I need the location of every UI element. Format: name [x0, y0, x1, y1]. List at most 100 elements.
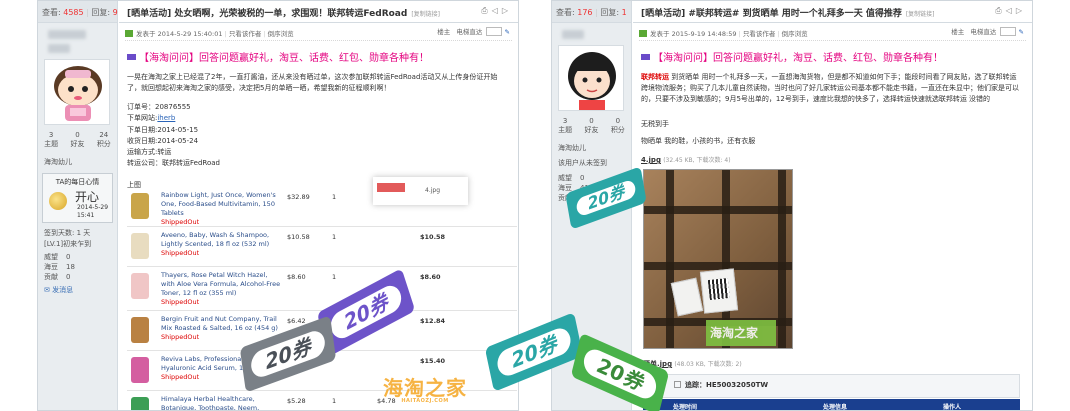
print-icon[interactable]: ⎙: [481, 6, 491, 15]
title-toolbar: ⎙◁▷: [995, 6, 1026, 16]
product-qty: 1: [332, 233, 337, 241]
product-total: $8.60: [420, 273, 441, 281]
post-line-items: 物晒单 我的鞋，小孩的书，还有衣服: [641, 137, 756, 145]
product-price: $32.89: [287, 193, 310, 201]
stat-threads[interactable]: 3 主题: [558, 117, 572, 135]
post-date: 发表于 2014-5-29 15:40:01: [136, 30, 223, 38]
product-thumb[interactable]: [131, 273, 149, 299]
package-photo[interactable]: 海淘之家: [643, 169, 793, 349]
cartoon-girl-avatar-icon: [559, 46, 623, 110]
product-thumb[interactable]: [131, 397, 149, 410]
photo-watermark: 海淘之家: [706, 320, 776, 346]
stat-friends[interactable]: 0 好友: [584, 117, 598, 135]
author-name-blurred[interactable]: [48, 30, 86, 39]
product-thumb[interactable]: [131, 357, 149, 383]
popup-label: 4.jpg: [425, 187, 441, 194]
author-only-link[interactable]: 只看该作者: [743, 30, 776, 38]
views-count: 4585: [63, 8, 84, 17]
stat-points[interactable]: 24 积分: [97, 131, 111, 149]
view-reply-counts: 查看: 4585 | 回复: 9: [38, 1, 118, 23]
floor-input[interactable]: [486, 27, 503, 36]
product-name[interactable]: Rainbow Light, Just Once, Women's One, F…: [161, 191, 281, 227]
col-time: 处理时间: [673, 404, 698, 411]
popup-thumb: [377, 183, 405, 192]
stat-threads[interactable]: 3 主题: [44, 131, 58, 149]
order-date: 下单日期:2014-05-15: [127, 125, 199, 134]
daily-mood-box: TA的每日心情 开心 2014-5-29 15:41: [42, 173, 113, 223]
cartoon-avatar-icon: [45, 60, 109, 124]
author-stats: 3 主题 0 好友 24 积分: [38, 131, 117, 149]
product-name[interactable]: Aveeno, Baby, Wash & Shampoo, Lightly Sc…: [161, 231, 281, 258]
signin-level[interactable]: [LV.1]初来乍到: [38, 239, 117, 250]
avatar[interactable]: [44, 59, 110, 125]
author-stats: 3 主题 0 好友 0 积分: [552, 117, 631, 135]
promo-headline[interactable]: 【海淘问问】回答问题赢好礼，淘豆、话费、红包、勋章各种有！: [641, 49, 1032, 64]
attachment-caption: 4.jpg (32.45 KB, 下载次数: 4): [641, 155, 1032, 164]
views-count: 176: [577, 8, 593, 17]
next-thread-icon[interactable]: ▷: [1016, 6, 1026, 15]
site-watermark: 海淘之家 HAITAOZJ.COM: [383, 376, 467, 404]
author-role[interactable]: 海淘幼儿: [38, 157, 117, 168]
copy-link[interactable]: [复制链接]: [906, 11, 935, 18]
title-toolbar: ⎙◁▷: [481, 6, 512, 16]
author-sidebar: 查看: 4585 | 回复: 9 3 主题 0 好友 24 积分 海淘幼儿 TA…: [38, 1, 118, 410]
signin-status: 该用户从未签到: [558, 159, 607, 167]
post-meta: 发表于 2014-5-29 15:40:01 | 只看该作者 | 倒序浏览 楼主…: [125, 23, 512, 41]
screenshot-composite: 查看: 4585 | 回复: 9 3 主题 0 好友 24 积分 海淘幼儿 TA…: [0, 0, 1070, 411]
views-label: 查看:: [42, 8, 61, 17]
product-thumb[interactable]: [131, 317, 149, 343]
jump-icon[interactable]: ✎: [1019, 28, 1024, 36]
print-icon[interactable]: ⎙: [995, 6, 1005, 15]
product-price: $8.60: [287, 273, 306, 281]
author-name-blurred[interactable]: [562, 30, 584, 39]
forwarder: 转运公司：联邦转运FedRoad: [127, 159, 220, 168]
jump-icon[interactable]: ✎: [505, 28, 510, 36]
copy-link[interactable]: [复制链接]: [411, 11, 440, 18]
promo-icon: [127, 54, 136, 60]
col-operator: 操作人: [943, 404, 962, 411]
barcode-label: [699, 268, 739, 314]
floor-label: 楼主: [951, 28, 965, 36]
checkbox-icon[interactable]: [674, 381, 681, 388]
reverse-order-link[interactable]: 倒序浏览: [782, 30, 808, 38]
author-only-link[interactable]: 只看该作者: [229, 30, 262, 38]
replies-label: 回复:: [600, 8, 620, 17]
avatar[interactable]: [558, 45, 624, 111]
receive-date: 收货日期:2014-05-24: [127, 136, 199, 145]
order-site-link[interactable]: iherb: [157, 114, 175, 122]
attachment-name[interactable]: 4.jpg: [641, 156, 661, 164]
image-hover-popup[interactable]: 4.jpg: [373, 177, 468, 205]
prev-thread-icon[interactable]: ◁: [1006, 6, 1016, 15]
floor-nav: 楼主 电梯直达 ✎: [951, 26, 1024, 36]
product-total: $10.58: [420, 233, 446, 241]
product-thumb[interactable]: [131, 193, 149, 219]
direct-jump-label: 电梯直达: [456, 28, 483, 36]
order-number: 订单号：20876555: [127, 103, 191, 111]
replies-label: 回复:: [91, 8, 111, 17]
product-name[interactable]: Thayers, Rose Petal Witch Hazel, with Al…: [161, 271, 281, 307]
product-total: $12.84: [420, 317, 446, 325]
forwarder-tag[interactable]: 联邦转运: [641, 73, 669, 81]
table-row: Thayers, Rose Petal Witch Hazel, with Al…: [127, 267, 517, 311]
floor-input[interactable]: [1000, 27, 1017, 36]
author-kv-beans: 海豆 18: [44, 263, 75, 271]
send-message-link[interactable]: ✉ 发消息: [38, 285, 117, 295]
product-name[interactable]: Bergin Fruit and Nut Company, Trail Mix …: [161, 315, 281, 342]
prev-thread-icon[interactable]: ◁: [492, 6, 502, 15]
post-intro: 联邦转运 到货晒单 用时一个礼拜多一天，一直想海淘货物，但是都不知道如何下手；能…: [641, 73, 1019, 103]
product-name[interactable]: Himalaya Herbal Healthcare, Botanique, T…: [161, 395, 281, 410]
stat-points[interactable]: 0 积分: [611, 117, 625, 135]
author-role[interactable]: 海淘幼儿: [552, 143, 631, 154]
post-line-tax: 无税到手: [641, 120, 669, 128]
next-thread-icon[interactable]: ▷: [502, 6, 512, 15]
product-qty: 1: [332, 193, 337, 201]
stat-friends[interactable]: 0 好友: [70, 131, 84, 149]
promo-headline[interactable]: 【海淘问问】回答问题赢好礼，淘豆、话费、红包、勋章各种有！: [127, 49, 518, 64]
reverse-order-link[interactable]: 倒序浏览: [268, 30, 294, 38]
table-row: Aveeno, Baby, Wash & Shampoo, Lightly Sc…: [127, 227, 517, 267]
post-intro: 一晃在海淘之家上已经混了2年，一直打酱油，还从来没有晒过单，这次参加联邦转运Fe…: [127, 73, 498, 92]
replies-count: 9: [112, 8, 118, 17]
author-subname-blurred: [48, 44, 70, 53]
promo-icon: [641, 54, 650, 60]
product-thumb[interactable]: [131, 233, 149, 259]
